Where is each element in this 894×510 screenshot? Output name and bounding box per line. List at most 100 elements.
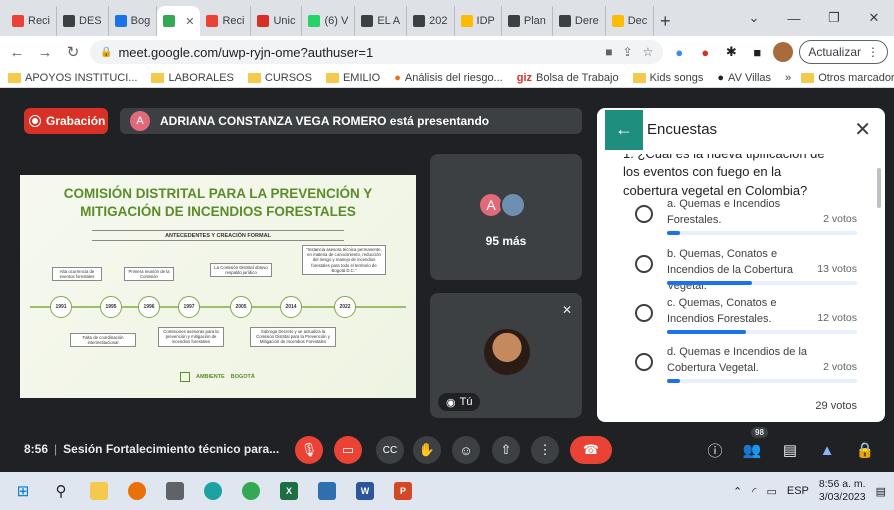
bookmark-item[interactable]: ● Análisis del riesgo...	[394, 72, 502, 84]
tab-favicon-icon	[611, 15, 624, 27]
vote-bar-fill	[667, 281, 753, 285]
mic-off-button[interactable]: 🎙	[295, 436, 323, 464]
language-indicator[interactable]: ESP	[787, 485, 809, 497]
giz-icon: giz	[516, 71, 533, 84]
share-icon[interactable]: ⇪	[622, 45, 632, 59]
timeline-year: 2014	[280, 296, 302, 318]
back-arrow-icon[interactable]: ←	[605, 109, 643, 150]
file-explorer-icon[interactable]	[84, 476, 114, 506]
new-tab-button[interactable]: +	[654, 6, 676, 36]
tab-close-icon[interactable]: ✕	[185, 15, 194, 28]
slide-note: Subroga Decreto y se actualiza la Comisi…	[250, 327, 336, 347]
self-video-tile[interactable]: ✕ ◉ Tú	[430, 293, 582, 418]
bookmark-item[interactable]: APOYOS INSTITUCI...	[8, 72, 137, 84]
browser-tab[interactable]: Dere	[553, 6, 606, 36]
bookmark-item[interactable]: EMILIO	[325, 72, 380, 84]
vote-bar-fill	[667, 231, 681, 235]
extension-icon[interactable]: ●	[669, 42, 689, 62]
browser-tab[interactable]: Dec	[606, 6, 655, 36]
bookmark-item[interactable]: LABORALES	[151, 72, 234, 84]
chat-icon[interactable]: ▤	[778, 438, 802, 462]
camera-off-button[interactable]: ▭	[334, 436, 362, 464]
profile-avatar[interactable]	[773, 42, 794, 62]
reload-icon[interactable]: ↻	[62, 41, 84, 63]
participant-avatars: A	[478, 192, 526, 218]
people-icon[interactable]: 👥	[740, 438, 764, 462]
photos-icon[interactable]	[312, 476, 342, 506]
bookmark-item[interactable]: Kids songs	[632, 72, 703, 84]
update-button[interactable]: Actualizar ⋮	[799, 40, 888, 64]
meeting-details-icon[interactable]: ⓘ	[703, 438, 727, 462]
back-icon[interactable]: ←	[6, 41, 28, 63]
emoji-button[interactable]: ☺	[452, 436, 480, 464]
tab-strip-icon[interactable]: ■	[747, 42, 767, 62]
browser-tab[interactable]: Plan	[502, 6, 553, 36]
browser-tab[interactable]: ✕	[157, 6, 201, 36]
forward-icon[interactable]: →	[34, 41, 56, 63]
browser-tab[interactable]: 202	[407, 6, 455, 36]
timeline-year: 1991	[50, 296, 72, 318]
bookmark-star-icon[interactable]: ☆	[643, 45, 654, 59]
extensions-puzzle-icon[interactable]: ✱	[721, 42, 741, 62]
radio-button[interactable]	[635, 353, 653, 371]
word-icon[interactable]: W	[350, 476, 380, 506]
clock[interactable]: 8:56 a. m. 3/03/2023	[819, 478, 866, 504]
search-icon[interactable]: ⚲	[46, 476, 76, 506]
url-text: meet.google.com/uwp-ryjn-ome?authuser=1	[118, 44, 374, 60]
bookmark-item[interactable]: giz Bolsa de Trabajo	[517, 72, 619, 84]
folder-icon	[801, 72, 815, 83]
powerpoint-icon[interactable]: P	[388, 476, 418, 506]
camera-icon[interactable]: ■	[605, 45, 612, 59]
browser-tab[interactable]: EL A	[355, 6, 408, 36]
windows-start-icon[interactable]: ⊞	[8, 476, 38, 506]
close-window-button[interactable]: ✕	[854, 0, 894, 36]
polls-title: Encuestas	[647, 121, 718, 138]
calculator-icon[interactable]	[160, 476, 190, 506]
radio-button[interactable]	[635, 255, 653, 273]
host-controls-icon[interactable]: 🔒	[853, 438, 877, 462]
activities-icon[interactable]: ▲	[815, 438, 839, 462]
captions-button[interactable]: CC	[376, 436, 404, 464]
tray-chevron-icon[interactable]: ⌃	[733, 485, 742, 498]
more-options-button[interactable]: ⋮	[531, 436, 559, 464]
participants-tile[interactable]: A 95 más	[430, 154, 582, 280]
tab-label: (6) V	[324, 15, 349, 27]
recording-badge[interactable]: Grabación	[24, 108, 108, 134]
tab-favicon-icon	[206, 15, 219, 27]
browser-tab[interactable]: Reci	[6, 6, 58, 36]
present-button[interactable]: ⇧	[492, 436, 520, 464]
bookmark-item[interactable]: ● AV Villas	[717, 72, 771, 84]
panel-scrollbar[interactable]	[877, 168, 881, 208]
browser-tab[interactable]: Reci	[200, 6, 252, 36]
extension-red-icon[interactable]: ●	[695, 42, 715, 62]
browser-tab[interactable]: Bog	[109, 6, 158, 36]
battery-icon[interactable]: ▭	[766, 485, 776, 498]
raise-hand-button[interactable]: ✋	[413, 436, 441, 464]
radio-button[interactable]	[635, 304, 653, 322]
address-bar[interactable]: 🔒 meet.google.com/uwp-ryjn-ome?authuser=…	[90, 40, 664, 64]
browser-tab[interactable]: Unic	[251, 6, 303, 36]
bookmarks-overflow: » Otros marcadores	[785, 72, 894, 84]
wifi-icon[interactable]: ◜	[752, 485, 756, 498]
tab-label: Bog	[130, 15, 151, 27]
bookmarks-more-button[interactable]: »	[785, 72, 791, 84]
timeline-year: 1997	[178, 296, 200, 318]
chrome-icon[interactable]	[236, 476, 266, 506]
edge-icon[interactable]	[198, 476, 228, 506]
other-bookmarks[interactable]: Otros marcadores	[801, 72, 894, 84]
close-icon[interactable]: ✕	[854, 117, 871, 142]
restore-button[interactable]: ❐	[814, 0, 854, 36]
browser-tab[interactable]: DES	[57, 6, 109, 36]
tab-search-icon[interactable]: ⌄	[734, 0, 774, 36]
chrome-alt-icon[interactable]	[122, 476, 152, 506]
minimize-button[interactable]: —	[774, 0, 814, 36]
participant-count-badge: 98	[751, 427, 768, 438]
radio-button[interactable]	[635, 205, 653, 223]
browser-tab[interactable]: IDP	[455, 6, 502, 36]
notifications-icon[interactable]: ▤	[876, 485, 886, 498]
clock-time: 8:56 a. m.	[818, 478, 866, 490]
leave-call-button[interactable]: ☎	[570, 436, 612, 464]
bookmark-item[interactable]: CURSOS	[247, 72, 312, 84]
excel-icon[interactable]: X	[274, 476, 304, 506]
browser-tab[interactable]: (6) V	[302, 6, 356, 36]
